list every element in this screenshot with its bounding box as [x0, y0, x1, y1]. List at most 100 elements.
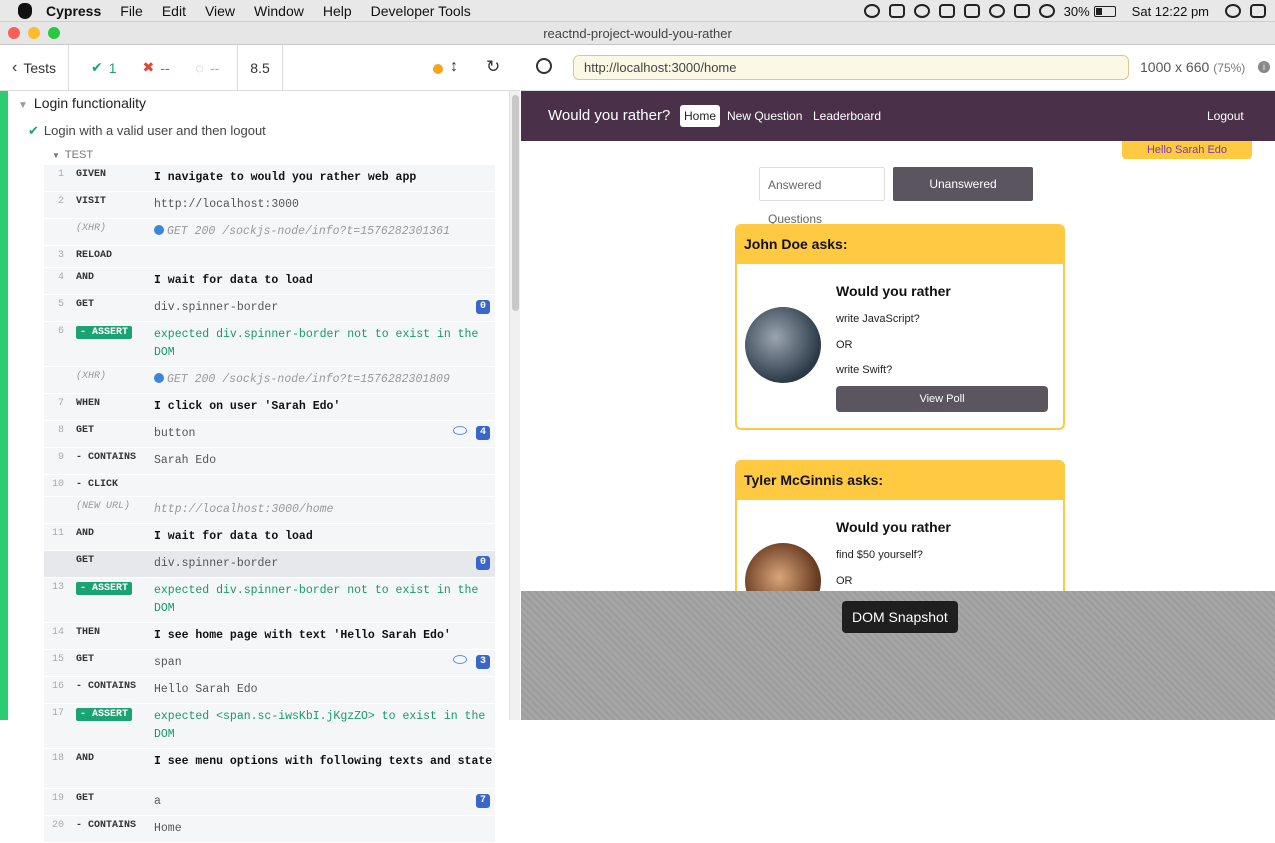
failed-count: -- [160, 59, 170, 76]
command-number: 20 [51, 820, 64, 831]
command-number: 1 [57, 169, 64, 180]
author-avatar [745, 543, 821, 591]
docker-icon[interactable] [963, 4, 980, 18]
command-number: 18 [51, 753, 64, 764]
apple-icon[interactable] [18, 2, 32, 19]
bt-app-icon[interactable] [938, 4, 955, 18]
command-row[interactable]: 5 GET div.spinner-border 0 [44, 295, 495, 322]
command-number: 4 [57, 272, 64, 283]
menu-edit[interactable]: Edit [162, 3, 186, 19]
url-input[interactable]: http://localhost:3000/home [573, 55, 1129, 80]
viewport-zoom: (75%) [1213, 61, 1246, 75]
extension-icon[interactable] [888, 4, 905, 18]
tests-back-button[interactable]: ‹ Tests [0, 44, 70, 91]
spotlight-icon[interactable] [1225, 4, 1241, 18]
command-row[interactable]: 14 THEN I see home page with text 'Hello S… [44, 623, 495, 650]
command-row[interactable]: 13 - ASSERT expected div.spinner-border no… [44, 578, 495, 623]
bluetooth-icon[interactable] [1013, 4, 1030, 18]
command-row[interactable]: 4 AND I wait for data to load [44, 268, 495, 295]
command-name: AND [76, 753, 95, 764]
minimize-window-button[interactable] [28, 27, 40, 39]
command-name: - ASSERT [76, 582, 133, 595]
command-row[interactable]: 7 WHEN I click on user 'Sarah Edo' [44, 394, 495, 421]
reporter-panel: ‹ Tests ✔ 1 ✖ -- ◌ -- 8.5 ↕ ↻ ▼ Login fun… [0, 44, 520, 843]
xhr-status-icon [154, 373, 164, 383]
command-name: AND [76, 528, 95, 539]
zoom-window-button[interactable] [48, 27, 60, 39]
caret-down-icon: ▼ [18, 100, 28, 111]
command-number: 2 [57, 196, 64, 207]
command-message: http://localhost:3000/home [154, 503, 334, 516]
command-row[interactable]: 2 VISIT http://localhost:3000 [44, 192, 495, 219]
nav-new-question[interactable]: New Question [723, 105, 806, 127]
command-row[interactable]: 3 RELOAD [44, 246, 495, 268]
accessibility-icon[interactable] [988, 4, 1005, 18]
command-name: GIVEN [76, 169, 107, 180]
nav-logout[interactable]: Logout [1203, 105, 1248, 127]
wifi-icon[interactable] [1038, 4, 1055, 18]
command-row[interactable]: (NEW URL) http://localhost:3000/home [44, 497, 495, 524]
nav-home[interactable]: Home [680, 105, 721, 127]
sync-icon[interactable] [863, 4, 880, 18]
airdrop-icon[interactable] [913, 4, 930, 18]
command-number: 8 [57, 425, 64, 436]
command-row[interactable]: 17 - ASSERT expected <span.sc-iwsKbI.jKgzZ… [44, 704, 495, 749]
hello-user-badge: Hello Sarah Edo [1122, 141, 1252, 159]
xhr-text: GET 200 /sockjs-node/info?t=157628230136… [167, 225, 450, 238]
command-row[interactable]: 11 AND I wait for data to load [44, 524, 495, 551]
command-row[interactable]: 18 AND I see menu options with following t… [44, 749, 495, 789]
answered-questions-tab[interactable]: Answered Questions [759, 167, 885, 226]
caret-down-icon: ▼ [52, 151, 60, 160]
battery-icon[interactable] [1093, 5, 1116, 17]
pending-stat: ◌ -- [188, 60, 228, 76]
command-row[interactable]: 19 GET a 7 [44, 789, 495, 816]
command-row[interactable]: (XHR) GET 200 /sockjs-node/info?t=1576282… [44, 219, 495, 246]
command-name: AND [76, 272, 95, 283]
question-author: John Doe asks: [737, 226, 1063, 264]
close-window-button[interactable] [8, 27, 20, 39]
info-icon[interactable]: i [1258, 61, 1270, 73]
command-number: 19 [51, 793, 64, 804]
command-message: div.spinner-border [154, 301, 279, 314]
app-brand[interactable]: Would you rather? [548, 107, 670, 124]
command-number: 17 [51, 708, 64, 719]
check-icon: ✔ [28, 123, 39, 138]
command-row[interactable]: 10 - CLICK [44, 475, 495, 497]
view-poll-button[interactable]: View Poll [836, 386, 1048, 412]
notification-center-icon[interactable] [1250, 4, 1266, 18]
unanswered-questions-tab[interactable]: Unanswered Questions [893, 167, 1033, 225]
auto-scroll-toggle-icon[interactable]: ↕ [450, 58, 458, 76]
command-row[interactable]: 9 - CONTAINS Sarah Edo [44, 448, 495, 475]
command-row[interactable]: 6 - ASSERT expected div.spinner-border not… [44, 322, 495, 367]
command-row[interactable]: 15 GET span 3 [44, 650, 495, 677]
selector-playground-icon[interactable] [536, 58, 552, 74]
suite-title[interactable]: ▼ Login functionality [18, 95, 146, 111]
menu-app-name[interactable]: Cypress [46, 3, 101, 19]
command-row[interactable]: 16 - CONTAINS Hello Sarah Edo [44, 677, 495, 704]
menu-help[interactable]: Help [323, 3, 352, 19]
test-section[interactable]: ▼ TEST [52, 149, 93, 161]
menu-file[interactable]: File [120, 3, 143, 19]
scrollbar-thumb[interactable] [512, 95, 519, 311]
menu-window[interactable]: Window [254, 3, 304, 19]
reporter-scrollbar[interactable] [509, 91, 520, 720]
command-row[interactable]: 8 GET button 4 [44, 421, 495, 448]
menu-view[interactable]: View [205, 3, 235, 19]
command-row[interactable]: 20 - CONTAINS Home [44, 816, 495, 843]
check-icon: ✔ [91, 59, 103, 75]
command-row[interactable]: (XHR) GET 200 /sockjs-node/info?t=1576282… [44, 367, 495, 394]
command-name: (XHR) [76, 371, 107, 382]
viewport-size: 1000 x 660 (75%) [1140, 59, 1245, 75]
command-message: expected <span.sc-iwsKbI.jKgzZO> to exis… [154, 710, 486, 741]
passed-stat: ✔ 1 [83, 59, 125, 76]
command-message: expected div.spinner-border not to exist… [154, 328, 479, 359]
command-message: button [154, 427, 196, 440]
nav-leaderboard[interactable]: Leaderboard [809, 105, 885, 127]
command-row[interactable]: GET div.spinner-border 0 [44, 551, 495, 578]
status-area: 30% Sat 12:22 pm [863, 0, 1275, 22]
menu-developer-tools[interactable]: Developer Tools [371, 3, 471, 19]
clock[interactable]: Sat 12:22 pm [1132, 4, 1209, 19]
command-row[interactable]: 1 GIVEN I navigate to would you rather web… [44, 165, 495, 192]
test-title[interactable]: ✔ Login with a valid user and then logout [28, 123, 266, 139]
restart-icon[interactable]: ↻ [486, 57, 500, 77]
